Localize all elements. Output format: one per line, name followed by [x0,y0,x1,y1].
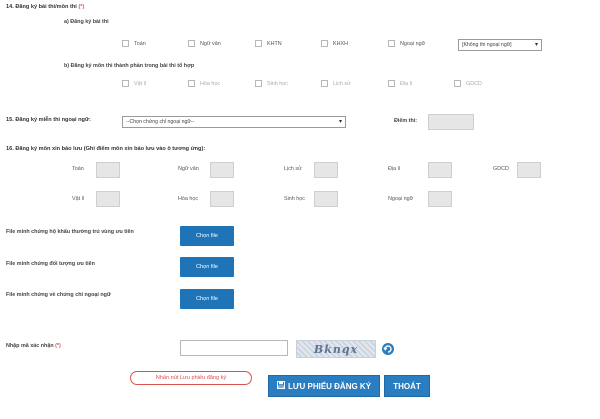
section-14a-title: a) Đăng ký bài thi [64,19,109,25]
checkbox-toan[interactable] [122,40,129,47]
checkbox-label: GDCD [466,81,482,87]
refresh-icon[interactable] [381,342,395,361]
section-14b-title: b) Đăng ký môn thi thành phần trong bài … [64,63,195,69]
reserve-input-lich-su[interactable] [314,162,338,178]
choose-file-button-priority[interactable]: Chọn file [180,257,234,277]
checkbox-label: Vật lí [134,81,147,87]
reserve-label: GDCD [493,166,509,172]
reserve-label: Sinh học [284,196,305,202]
reserve-label: Toán [72,166,84,172]
reserve-input-hoa-hoc[interactable] [210,191,234,207]
save-registration-button[interactable]: LƯU PHIẾU ĐĂNG KÝ [268,375,380,397]
reserve-label: Hóa học [178,196,199,202]
exit-button[interactable]: THOÁT [384,375,430,397]
checkbox-lich-su[interactable] [321,80,328,87]
file-label-priority: File minh chứng đối tượng ưu tiên [6,261,95,267]
floppy-disk-icon [276,376,285,398]
save-button-label: LƯU PHIẾU ĐĂNG KÝ [287,382,372,392]
checkbox-label: Toán [134,41,146,47]
reserve-input-toan[interactable] [96,162,120,178]
language-select[interactable]: [Không thi ngoại ngữ] ▾ [458,39,542,51]
reserve-label: Ngoại ngữ [388,196,414,202]
file-label-certificate: File minh chứng về chứng chỉ ngoại ngữ [6,292,111,298]
checkbox-label: Sinh học [267,81,288,87]
save-callout: Nhấn nút Lưu phiếu đăng ký [130,371,252,385]
reserve-label: Địa lí [388,166,401,172]
checkbox-gdcd[interactable] [454,80,461,87]
checkbox-khxh[interactable] [321,40,328,47]
checkbox-label: Địa lí [400,81,413,87]
reserve-label: Vật lí [72,196,85,202]
section-15-title: 15. Đăng ký miễn thi ngoại ngữ: [6,117,91,123]
checkbox-label: KHXH [333,41,348,47]
score-label: Điểm thi: [394,118,418,124]
checkbox-ngu-van[interactable] [188,40,195,47]
checkbox-label: Ngoại ngữ [400,41,426,47]
reserve-label: Lịch sử [284,166,302,172]
certificate-select[interactable]: --Chọn chứng chỉ ngoại ngữ-- ▾ [122,116,346,128]
reserve-label: Ngữ văn [178,166,199,172]
choose-file-button-residence[interactable]: Chọn file [180,226,234,246]
choose-file-button-certificate[interactable]: Chọn file [180,289,234,309]
file-label-residence: File minh chứng hộ khẩu thường trú vùng … [6,229,134,235]
checkbox-label: Lịch sử [333,81,351,87]
reserve-input-dia-li[interactable] [428,162,452,178]
reserve-input-ngoai-ngu[interactable] [428,191,452,207]
captcha-label: Nhập mã xác nhận (*) [6,343,61,349]
checkbox-label: Ngữ văn [200,41,221,47]
checkbox-vat-li[interactable] [122,80,129,87]
section-16-title: 16. Đăng ký môn xin bảo lưu (Ghi điểm mô… [6,146,206,152]
checkbox-label: KHTN [267,41,282,47]
chevron-down-icon: ▾ [338,119,342,125]
checkbox-ngoai-ngu[interactable] [388,40,395,47]
checkbox-dia-li[interactable] [388,80,395,87]
reserve-input-sinh-hoc[interactable] [314,191,338,207]
checkbox-khtn[interactable] [255,40,262,47]
chevron-down-icon: ▾ [534,42,538,48]
score-input[interactable] [428,114,474,130]
reserve-input-gdcd[interactable] [517,162,541,178]
reserve-input-ngu-van[interactable] [210,162,234,178]
section-14-title: 14. Đăng ký bài thi/môn thi (*) [6,4,85,10]
captcha-image: Bknqx [296,340,376,358]
checkbox-sinh-hoc[interactable] [255,80,262,87]
captcha-input[interactable] [180,340,288,356]
reserve-input-vat-li[interactable] [96,191,120,207]
checkbox-hoa-hoc[interactable] [188,80,195,87]
checkbox-label: Hóa học [200,81,221,87]
